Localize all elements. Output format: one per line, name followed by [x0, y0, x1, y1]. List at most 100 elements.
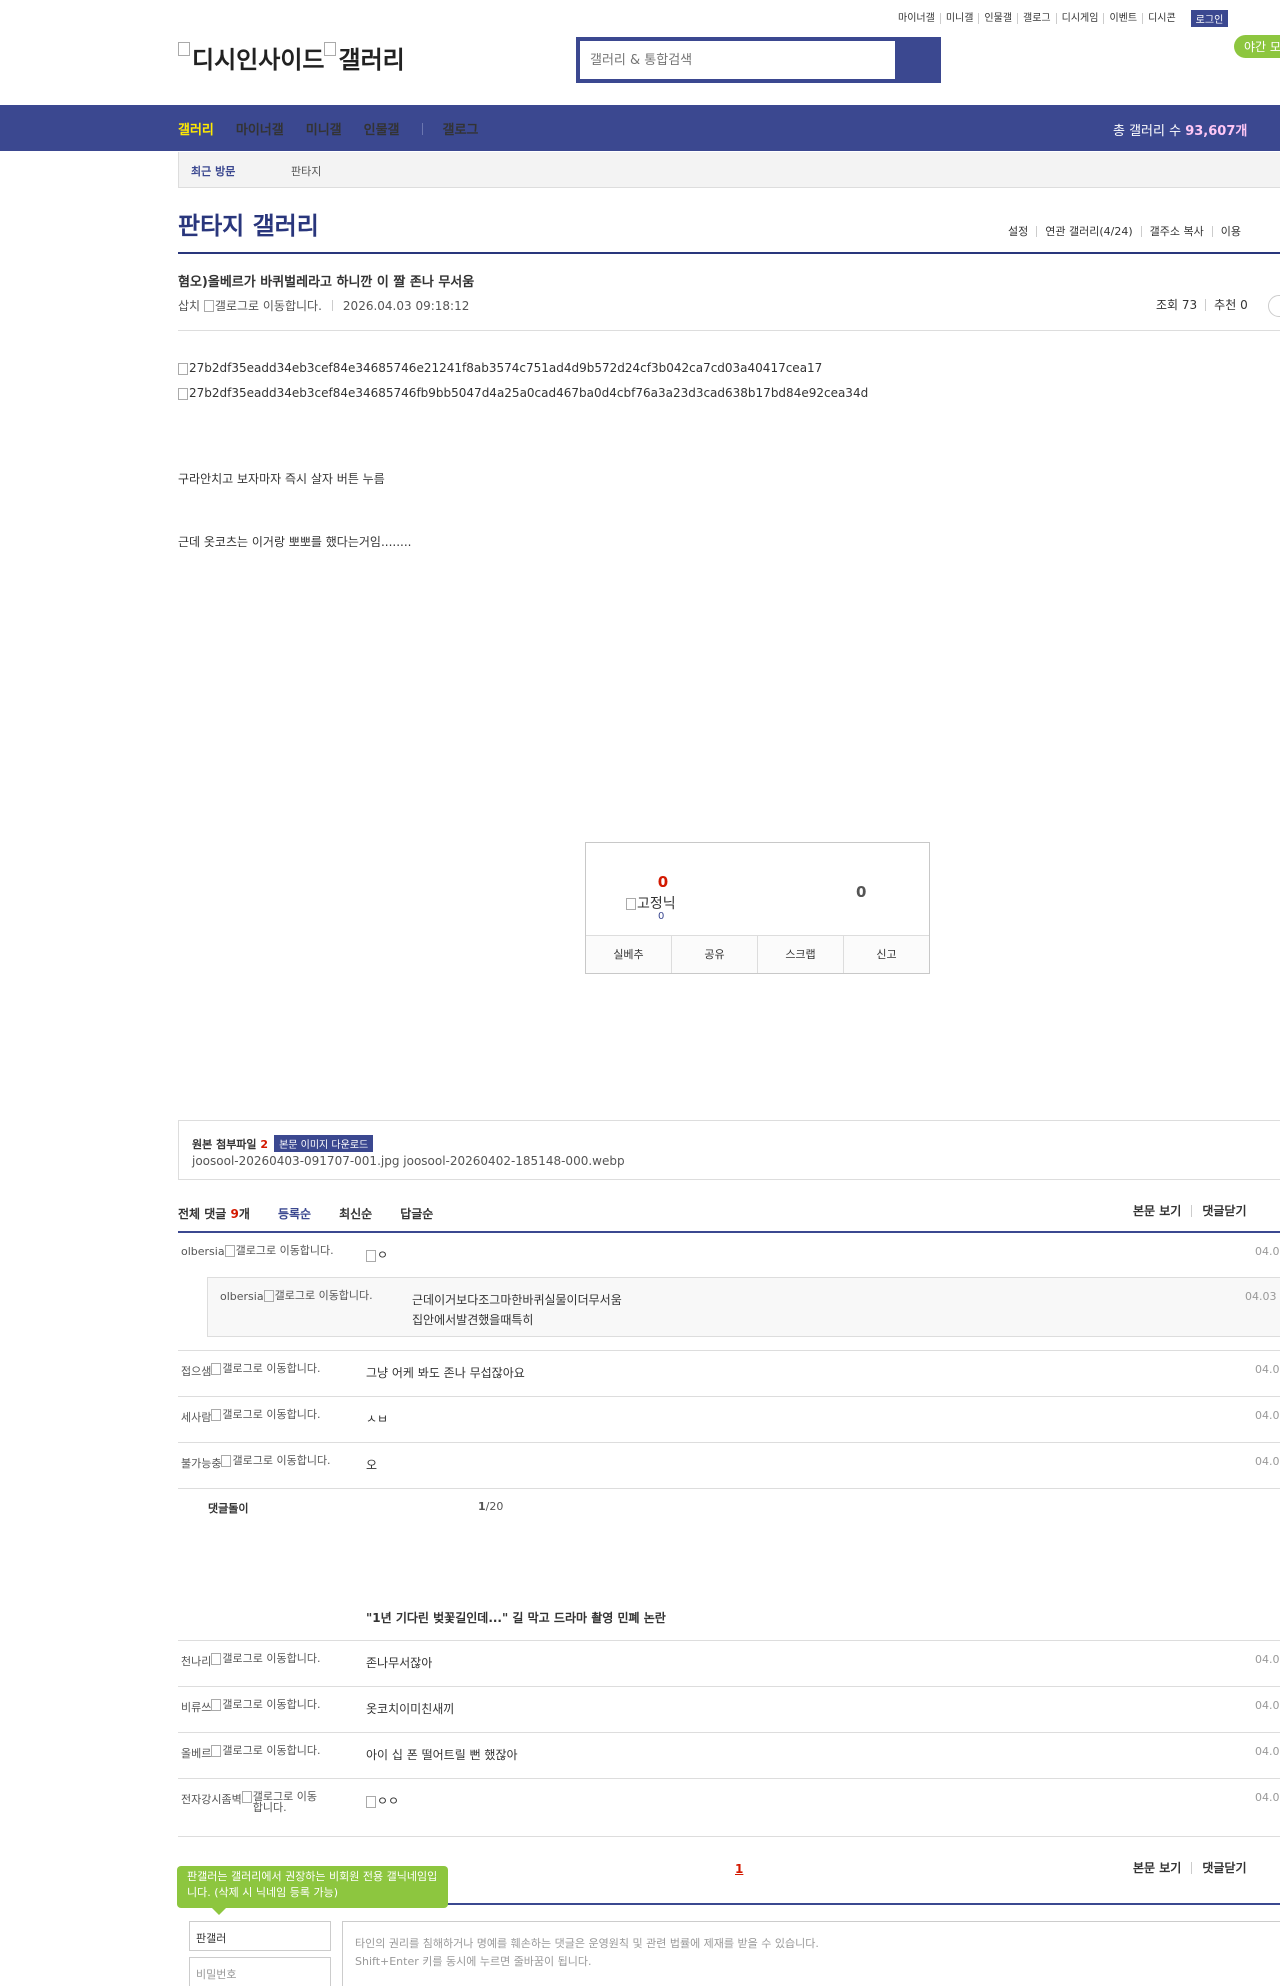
- attachment-files[interactable]: joosool-20260403-091707-001.jpg joosool-…: [192, 1154, 625, 1168]
- divider: [331, 300, 333, 311]
- comment-nick[interactable]: 접으샘 갤로그로 이동합니다.: [181, 1363, 322, 1379]
- comment-text: ㅇ: [366, 1245, 388, 1265]
- comment-nick[interactable]: 올베르 갤로그로 이동합니다.: [181, 1745, 322, 1761]
- comment-nick[interactable]: 천나리 갤로그로 이동합니다.: [181, 1653, 322, 1669]
- title-divider: [178, 252, 1280, 254]
- sort-registered[interactable]: 등록순: [278, 1205, 311, 1233]
- recent-visit-bar: 최근 방문 판타지: [178, 152, 1280, 188]
- settings-link[interactable]: 설정: [1000, 226, 1036, 237]
- comment-row: 올베르갤로그로 이동합니다. 아이 십 폰 떨어트릴 뻔 했잖아 04.03: [178, 1733, 1280, 1779]
- close-comments-link[interactable]: 댓글닫기: [1191, 1205, 1256, 1217]
- comment-nick[interactable]: 세사람 갤로그로 이동합니다.: [181, 1409, 322, 1425]
- post-author[interactable]: 삽치: [178, 297, 200, 314]
- comment-text: 존나무서잖아: [366, 1656, 433, 1670]
- gallog-icon: [211, 1409, 222, 1421]
- related-gallery-link[interactable]: 연관 갤러리(4/24): [1036, 226, 1140, 237]
- nickname-tooltip: 판갤러는 갤러리에서 권장하는 비회원 전용 갤닉네임입니다. (삭제 시 닉네…: [177, 1866, 448, 1915]
- site-logo[interactable]: 디시인사이드 갤러리: [178, 40, 405, 75]
- comment-text: 그냥 어케 봐도 존나 무섭잖아요: [366, 1366, 525, 1380]
- comment-nick[interactable]: olbersia 갤로그로 이동합니다.: [181, 1245, 336, 1258]
- recent-visit-title[interactable]: 최근 방문: [191, 163, 235, 179]
- comment-text: ㅅㅂ: [366, 1412, 389, 1426]
- post-more-button[interactable]: [1268, 295, 1280, 317]
- top-link-dccon[interactable]: 디시콘: [1143, 13, 1181, 24]
- silbe-button[interactable]: 실베추: [586, 936, 671, 973]
- post-image-2: 27b2df35eadd34eb3cef84e34685746fb9bb5047…: [178, 386, 868, 400]
- view-post-link[interactable]: 본문 보기: [1123, 1205, 1191, 1217]
- broken-image-icon: [178, 42, 190, 56]
- top-link-minor[interactable]: 마이너갤: [893, 13, 941, 24]
- recommend-down-count[interactable]: 0: [856, 883, 866, 901]
- nav-divider: [421, 122, 423, 135]
- gallog-icon: [211, 1699, 222, 1711]
- top-link-mini[interactable]: 미니갤: [941, 13, 980, 24]
- post-info: 삽치 갤로그로 이동합니다. 2026.04.03 09:18:12: [178, 297, 469, 314]
- usage-link[interactable]: 이용: [1211, 226, 1249, 237]
- nav-mini[interactable]: 미니갤: [306, 119, 342, 138]
- post-image-1: 27b2df35eadd34eb3cef84e34685746e21241f8a…: [178, 361, 822, 375]
- copy-address-link[interactable]: 갤주소 복사: [1140, 226, 1212, 237]
- recommend-up-count[interactable]: 0: [653, 873, 673, 891]
- report-button[interactable]: 신고: [843, 936, 929, 973]
- gallog-icon: [211, 1653, 222, 1665]
- news-headline[interactable]: "1년 기다린 벚꽃길인데..." 길 막고 드라마 촬영 민폐 논란: [366, 1609, 666, 1626]
- post-title: 혐오)올베르가 바퀴벌레라고 하니깐 이 짤 존나 무서움: [178, 275, 475, 290]
- dccon-icon: [366, 1249, 376, 1262]
- image-download-button[interactable]: 본문 이미지 다운로드: [274, 1135, 374, 1152]
- close-comments-link-bottom[interactable]: 댓글닫기: [1191, 1862, 1256, 1874]
- gallery-title[interactable]: 판타지 갤러리: [178, 206, 319, 241]
- search-button[interactable]: [895, 41, 937, 79]
- comment-textarea[interactable]: 타인의 권리를 침해하거나 명예를 훼손하는 댓글은 운영원칙 및 관련 법률에…: [342, 1921, 1280, 1986]
- post-header-divider: [178, 330, 1280, 331]
- top-link-person[interactable]: 인물갤: [979, 13, 1019, 24]
- reply-nick[interactable]: olbersia 갤로그로 이동합니다.: [220, 1290, 375, 1303]
- comment-nick[interactable]: 전자강시좀벽 갤로그로 이동합니다.: [181, 1791, 323, 1813]
- nickname-field[interactable]: 판갤러: [189, 1921, 331, 1951]
- sort-latest[interactable]: 최신순: [339, 1205, 372, 1233]
- total-value: 93,607개: [1185, 124, 1248, 139]
- comment-row: 세사람갤로그로 이동합니다. ㅅㅂ 04.03: [178, 1397, 1280, 1443]
- night-mode-button[interactable]: 야간 모: [1234, 35, 1280, 58]
- nav-person[interactable]: 인물갤: [364, 119, 400, 138]
- gallog-icon: [211, 1363, 222, 1375]
- share-button[interactable]: 공유: [671, 936, 757, 973]
- comment-page-1[interactable]: 1: [735, 1862, 743, 1876]
- comment-bot-label: 댓글돌이: [208, 1502, 249, 1515]
- nav-minor[interactable]: 마이너갤: [236, 119, 284, 138]
- recommend-count: 추천 0: [1205, 299, 1256, 311]
- post-body-line-1: 구라안치고 보자마자 즉시 살자 버튼 누름: [178, 472, 385, 486]
- scrap-button[interactable]: 스크랩: [757, 936, 843, 973]
- login-button[interactable]: 로그인: [1190, 10, 1229, 27]
- nav-gallog[interactable]: 갤로그: [443, 119, 479, 138]
- sort-replies[interactable]: 답글순: [400, 1205, 433, 1233]
- fixed-nick-label: 고정닉: [626, 893, 676, 913]
- attachments: 원본 첨부파일 2 본문 이미지 다운로드 joosool-20260403-09…: [178, 1120, 1280, 1180]
- top-link-event[interactable]: 이벤트: [1104, 13, 1144, 24]
- password-field[interactable]: 비밀번호: [189, 1957, 331, 1986]
- comment-text: 오: [366, 1458, 378, 1472]
- broken-image-icon: [178, 362, 188, 375]
- reply-text: 근데이거보다조그마한바퀴실물이더무서움 집안에서발견했을때특히: [412, 1293, 622, 1327]
- nav-gallery[interactable]: 갤러리: [178, 119, 214, 138]
- gallog-icon: [224, 1245, 235, 1257]
- comment-nick[interactable]: 불가능충 갤로그로 이동합니다.: [181, 1455, 332, 1471]
- gallog-icon: [221, 1455, 232, 1467]
- top-link-gallog[interactable]: 갤로그: [1018, 13, 1057, 24]
- gallog-icon: [211, 1745, 222, 1757]
- comment-text: 옷코치이미친새끼: [366, 1702, 455, 1716]
- comment-nick[interactable]: 비류쓰 갤로그로 이동합니다.: [181, 1699, 322, 1715]
- post-body-line-2: 근데 옷코츠는 이거랑 뽀뽀를 했다는거임........: [178, 535, 412, 549]
- view-post-link-bottom[interactable]: 본문 보기: [1123, 1862, 1191, 1874]
- dccon-icon: [366, 1795, 376, 1808]
- recent-gallery-link[interactable]: 판타지: [291, 163, 321, 179]
- search-input[interactable]: [580, 41, 895, 79]
- comment-row: olbersia갤로그로 이동합니다. ㅇ 04.03: [178, 1233, 1280, 1277]
- post-stats: 조회 73 추천 0: [1148, 299, 1256, 311]
- comment-date: 04.03: [1255, 1363, 1280, 1376]
- recommend-box: 0 고정닉 0 0 실베추 공유 스크랩 신고: [585, 842, 930, 974]
- reply-date: 04.03 0: [1245, 1290, 1280, 1303]
- gallery-options: 설정 연관 갤러리(4/24) 갤주소 복사 이용: [1000, 226, 1249, 237]
- search-box: [576, 37, 941, 83]
- gallog-icon[interactable]: [203, 299, 214, 312]
- top-link-game[interactable]: 디시게임: [1057, 13, 1105, 24]
